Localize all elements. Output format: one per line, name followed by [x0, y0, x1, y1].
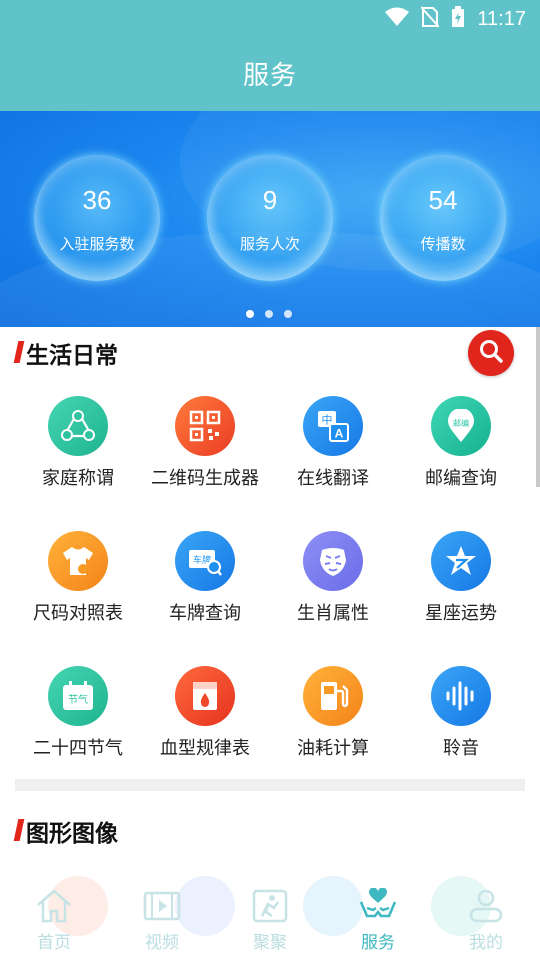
stat-value: 36 [82, 185, 112, 215]
stats-banner[interactable]: 36 入驻服务数 9 服务人次 54 传播数 [0, 111, 540, 327]
tab-label: 首页 [37, 933, 71, 953]
service-translate[interactable]: 中A 在线翻译 [268, 396, 398, 496]
shirt-icon [48, 531, 108, 591]
translate-icon: 中A [303, 396, 363, 456]
blood-type-icon [175, 666, 235, 726]
tab-service[interactable]: 服务 [324, 876, 432, 960]
search-button[interactable] [468, 330, 514, 376]
service-family-title[interactable]: 家庭称谓 [13, 396, 143, 496]
section-marker [13, 819, 25, 841]
service-size-chart[interactable]: 尺码对照表 [13, 531, 143, 631]
family-icon [48, 396, 108, 456]
service-label: 聆音 [443, 738, 479, 759]
pager-dot[interactable] [265, 310, 273, 318]
pager-dot[interactable] [246, 310, 254, 318]
pager-dot[interactable] [284, 310, 292, 318]
tab-mine[interactable]: 我的 [432, 876, 540, 960]
service-solar-terms[interactable]: 节气 二十四节气 [13, 666, 143, 766]
scrollbar[interactable] [536, 327, 540, 487]
fuel-pump-icon [303, 666, 363, 726]
search-icon [478, 338, 504, 368]
service-label: 血型规律表 [160, 738, 250, 759]
postcode-icon: 邮编 [431, 396, 491, 456]
service-label: 生肖属性 [297, 603, 369, 624]
service-label: 邮编查询 [425, 468, 497, 489]
service-license-plate[interactable]: 车牌 车牌查询 [140, 531, 270, 631]
wifi-icon [385, 7, 410, 31]
tab-label: 聚聚 [253, 933, 287, 953]
tiger-icon [303, 531, 363, 591]
section-header-life: 生活日常 [0, 327, 540, 377]
status-bar: 11:17 [0, 0, 540, 36]
stat-bubble-visits: 9 服务人次 [207, 155, 333, 281]
star-icon [431, 531, 491, 591]
status-time: 11:17 [477, 7, 526, 30]
svg-text:节气: 节气 [68, 693, 88, 706]
no-sim-icon [420, 6, 441, 32]
tab-gathering[interactable]: 聚聚 [216, 876, 324, 960]
service-fuel-calc[interactable]: 油耗计算 [268, 666, 398, 766]
service-qr-generator[interactable]: 二维码生成器 [140, 396, 270, 496]
service-label: 二十四节气 [33, 738, 123, 759]
stat-bubble-services: 36 入驻服务数 [34, 155, 160, 281]
carousel-pager[interactable] [246, 310, 292, 318]
service-label: 尺码对照表 [33, 603, 123, 624]
tab-label: 视频 [145, 933, 179, 953]
service-label: 星座运势 [425, 603, 497, 624]
stat-label: 服务人次 [239, 235, 300, 253]
tab-label: 服务 [361, 933, 395, 953]
service-label: 油耗计算 [297, 738, 369, 759]
service-label: 家庭称谓 [42, 468, 114, 489]
section-title: 生活日常 [26, 343, 118, 369]
bottom-tab-bar: 首页 视频 聚聚 服务 我的 [0, 876, 540, 960]
service-postcode[interactable]: 邮编 邮编查询 [396, 396, 526, 496]
tab-label: 我的 [469, 933, 503, 953]
stat-value: 54 [428, 185, 458, 215]
service-blood-type[interactable]: 血型规律表 [140, 666, 270, 766]
service-label: 二维码生成器 [151, 468, 259, 489]
stat-bubble-shares: 54 传播数 [380, 155, 506, 281]
page-title: 服务 [242, 61, 297, 91]
tab-home[interactable]: 首页 [0, 876, 108, 960]
license-plate-icon: 车牌 [175, 531, 235, 591]
service-horoscope[interactable]: 星座运势 [396, 531, 526, 631]
qr-code-icon [175, 396, 235, 456]
tab-video[interactable]: 视频 [108, 876, 216, 960]
battery-charging-icon [451, 6, 465, 32]
stat-value: 9 [262, 185, 278, 215]
service-zodiac[interactable]: 生肖属性 [268, 531, 398, 631]
section-divider [15, 779, 525, 791]
service-label: 车牌查询 [169, 603, 241, 624]
section-header-graphics: 图形图像 [0, 805, 540, 855]
stat-label: 传播数 [420, 235, 466, 253]
sound-wave-icon [431, 666, 491, 726]
section-title: 图形图像 [26, 821, 118, 847]
stat-label: 入驻服务数 [59, 235, 135, 253]
svg-text:A: A [335, 427, 344, 441]
section-marker [13, 341, 25, 363]
service-label: 在线翻译 [297, 468, 369, 489]
solar-term-calendar-icon: 节气 [48, 666, 108, 726]
svg-text:邮编: 邮编 [453, 418, 469, 428]
title-bar: 服务 [0, 36, 540, 111]
service-listen[interactable]: 聆音 [396, 666, 526, 766]
